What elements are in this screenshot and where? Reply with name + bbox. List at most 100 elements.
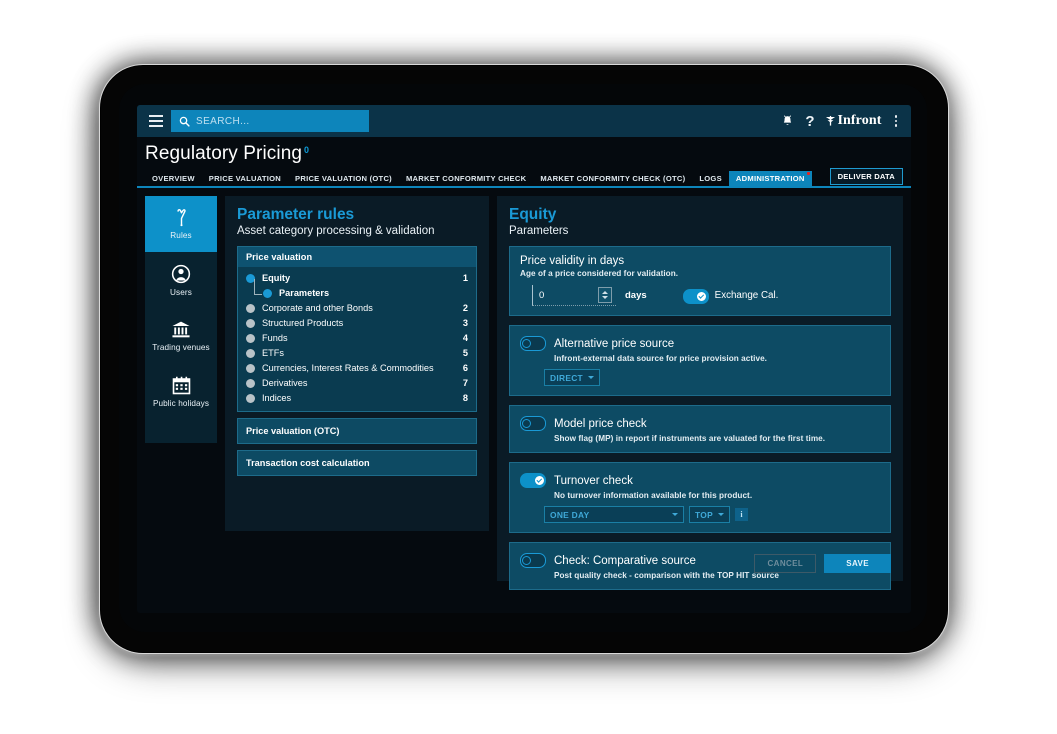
rule-label: Structured Products (262, 318, 343, 328)
comparative-source-toggle[interactable] (520, 553, 546, 568)
turnover-check-toggle[interactable] (520, 473, 546, 488)
tab-overview[interactable]: OVERVIEW (145, 171, 202, 187)
rule-row-indices[interactable]: Indices 8 (238, 391, 476, 406)
sidebar-item-users[interactable]: Users (145, 252, 217, 308)
tab-administration[interactable]: ADMINISTRATION (729, 171, 812, 187)
tab-logs[interactable]: LOGS (692, 171, 729, 187)
price-validity-days-input[interactable]: 0 (532, 285, 616, 306)
equity-title: Equity (509, 206, 891, 224)
rules-icon (173, 208, 190, 227)
turnover-check-header: Turnover check No turnover information a… (520, 471, 880, 500)
turnover-source-select[interactable]: TOP (689, 506, 730, 523)
rule-row-corporate-bonds[interactable]: Corporate and other Bonds 2 (238, 301, 476, 316)
search-placeholder-text: SEARCH... (196, 116, 250, 127)
rule-row-currencies-rates-commodities[interactable]: Currencies, Interest Rates & Commodities… (238, 361, 476, 376)
tab-market-conformity-check-otc[interactable]: MARKET CONFORMITY CHECK (OTC) (533, 171, 692, 187)
rule-row-etfs[interactable]: ETFs 5 (238, 346, 476, 361)
chevron-down-icon (718, 513, 724, 516)
tab-bar: OVERVIEW PRICE VALUATION PRICE VALUATION… (137, 165, 911, 188)
search-icon (179, 116, 190, 127)
sidebar-item-rules[interactable]: Rules (145, 196, 217, 252)
equity-parameters-panel: Equity Parameters Price validity in days… (497, 196, 903, 581)
rule-label: Derivatives (262, 378, 307, 388)
notification-bell-icon[interactable] (781, 114, 794, 128)
rule-row-derivatives[interactable]: Derivatives 7 (238, 376, 476, 391)
comparative-source-title: Check: Comparative source (554, 555, 696, 567)
user-icon (171, 264, 191, 284)
left-nav-rail: Rules Users (145, 196, 217, 443)
info-icon[interactable]: i (735, 508, 748, 521)
screenshot-stage: SEARCH... ? Infront (0, 0, 1057, 734)
rule-row-equity[interactable]: Equity 1 (238, 271, 476, 286)
tab-price-valuation[interactable]: PRICE VALUATION (202, 171, 288, 187)
turnover-check-title: Turnover check (554, 475, 633, 487)
tab-price-valuation-otc[interactable]: PRICE VALUATION (OTC) (288, 171, 399, 187)
rule-row-funds[interactable]: Funds 4 (238, 331, 476, 346)
alternative-price-source-select[interactable]: DIRECT (544, 369, 600, 386)
bank-icon (171, 320, 191, 339)
select-value: ONE DAY (550, 510, 667, 520)
alternative-price-source-toggle[interactable] (520, 336, 546, 351)
alternative-price-source-card: Alternative price source Infront-externa… (509, 325, 891, 396)
rule-label: Funds (262, 333, 288, 343)
sidebar-item-trading-venues[interactable]: Trading venues (145, 308, 217, 364)
model-price-check-header: Model price check Show flag (MP) in repo… (520, 414, 880, 443)
sidebar-item-rules-label: Rules (170, 231, 191, 240)
group-price-valuation-otc[interactable]: Price valuation (OTC) (237, 418, 477, 444)
rule-number: 2 (463, 303, 468, 313)
chevron-down-icon (672, 513, 678, 516)
bullet-icon (246, 319, 255, 328)
turnover-period-select[interactable]: ONE DAY (544, 506, 684, 523)
rule-label: Currencies, Interest Rates & Commodities (262, 363, 434, 373)
price-validity-controls: 0 days Exchange Cal. (520, 285, 880, 306)
days-unit-label: days (625, 290, 647, 301)
rule-label: Corporate and other Bonds (262, 303, 373, 313)
application-window: SEARCH... ? Infront (137, 105, 911, 613)
sidebar-item-public-holidays[interactable]: Public holidays (145, 364, 217, 420)
parameter-rules-title: Parameter rules (237, 206, 477, 224)
chevron-down-icon (588, 376, 594, 379)
parameter-rules-subtitle: Asset category processing & validation (237, 225, 477, 237)
hamburger-menu-icon[interactable] (145, 110, 167, 132)
deliver-data-button[interactable]: DELIVER DATA (830, 168, 903, 185)
alternative-price-source-title: Alternative price source (554, 338, 674, 350)
rule-label: Indices (262, 393, 291, 403)
bullet-icon (246, 364, 255, 373)
form-action-buttons: CANCEL SAVE (754, 554, 891, 573)
search-input[interactable]: SEARCH... (171, 110, 369, 132)
bullet-icon (246, 349, 255, 358)
bullet-icon (246, 379, 255, 388)
rule-number: 8 (463, 393, 468, 403)
model-price-check-card: Model price check Show flag (MP) in repo… (509, 405, 891, 453)
bullet-icon (246, 304, 255, 313)
page-title: Regulatory Pricing (145, 143, 302, 165)
rule-label: ETFs (262, 348, 284, 358)
save-button[interactable]: SAVE (824, 554, 891, 573)
equity-subtitle: Parameters (509, 225, 891, 237)
group-transaction-cost-calculation[interactable]: Transaction cost calculation (237, 450, 477, 476)
alternative-price-source-header: Alternative price source Infront-externa… (520, 334, 880, 363)
price-valuation-group-header[interactable]: Price valuation (238, 247, 476, 267)
bullet-icon (246, 394, 255, 403)
rule-row-structured-products[interactable]: Structured Products 3 (238, 316, 476, 331)
cancel-button[interactable]: CANCEL (754, 554, 816, 573)
help-icon[interactable]: ? (805, 114, 814, 129)
rule-row-parameters[interactable]: Parameters (238, 286, 476, 301)
model-price-check-toggle[interactable] (520, 416, 546, 431)
price-validity-days-value: 0 (539, 290, 598, 301)
bullet-icon (246, 334, 255, 343)
more-vertical-icon[interactable] (893, 113, 900, 129)
sidebar-item-users-label: Users (170, 288, 192, 297)
price-validity-title: Price validity in days (520, 255, 880, 268)
number-stepper-icon[interactable] (598, 287, 612, 303)
rule-number: 5 (463, 348, 468, 358)
turnover-check-desc: No turnover information available for th… (554, 491, 752, 500)
top-bar-actions: ? Infront (781, 113, 905, 129)
calendar-icon (172, 376, 191, 395)
exchange-calendar-toggle[interactable] (683, 289, 709, 304)
price-validity-desc: Age of a price considered for validation… (520, 269, 880, 278)
sidebar-item-public-holidays-label: Public holidays (153, 399, 209, 408)
exchange-calendar-control: Exchange Cal. (683, 287, 779, 304)
price-valuation-group: Price valuation Equity 1 Parameters (237, 246, 477, 412)
tab-market-conformity-check[interactable]: MARKET CONFORMITY CHECK (399, 171, 533, 187)
